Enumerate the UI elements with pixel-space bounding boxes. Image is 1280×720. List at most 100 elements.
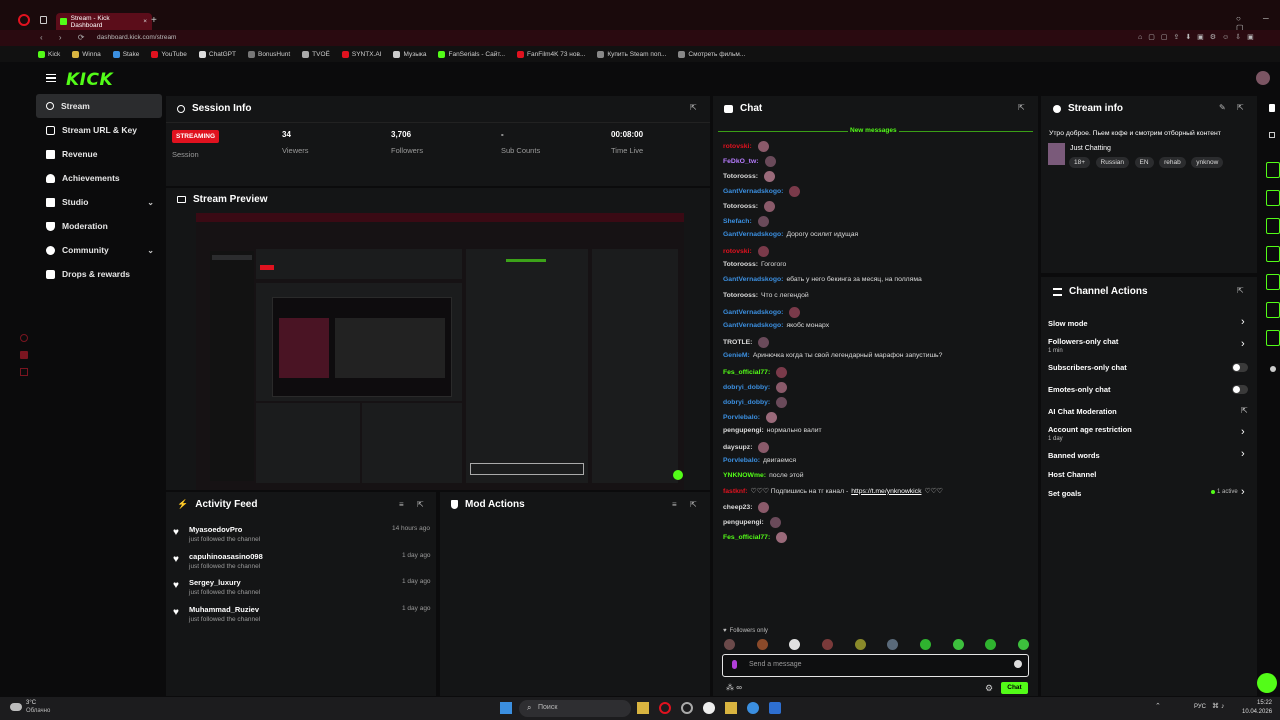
tool-5-icon[interactable] — [1266, 274, 1280, 290]
follower-name[interactable]: Sergey_luxury — [189, 578, 241, 587]
chat-username[interactable]: YNKNOWme: — [723, 472, 766, 479]
nav-buttons[interactable]: ‹ › ⟳ — [40, 33, 91, 42]
sidebar-item-revenue[interactable]: Revenue — [36, 142, 162, 166]
taskbar-search[interactable]: ⌕ Поиск — [519, 700, 631, 717]
chat-username[interactable]: TROTLE: — [723, 339, 752, 346]
chat-username[interactable]: Totorooss: — [723, 292, 758, 299]
chevron-right-icon[interactable]: › — [1241, 316, 1245, 328]
emote-icon[interactable] — [854, 639, 866, 650]
start-button[interactable] — [500, 702, 512, 714]
popout-icon[interactable]: ⇱ — [690, 103, 697, 112]
tab-close-icon[interactable]: × — [143, 18, 147, 25]
chat-username[interactable]: Fes_official77: — [723, 534, 770, 541]
chat-link[interactable]: https://t.me/ynknowkick — [851, 488, 921, 495]
chat-username[interactable]: GantVernadskogo: — [723, 188, 783, 195]
chat-username[interactable]: GantVernadskogo: — [723, 231, 783, 238]
popout-icon[interactable]: ⇱ — [690, 500, 697, 509]
filter-icon[interactable]: ≡ — [672, 500, 677, 509]
chat-settings-icons[interactable]: ⁂ ∞ — [726, 683, 742, 692]
external-link-icon[interactable]: ⇱ — [1241, 406, 1248, 415]
edit-icon[interactable]: ✎ — [1219, 103, 1226, 112]
lock-icon[interactable] — [20, 351, 28, 359]
emote-icon[interactable] — [756, 639, 768, 650]
bookmark[interactable]: FanFilm4K 73 нов... — [517, 50, 585, 58]
subscribers-only-item[interactable]: Subscribers-only chat — [1048, 363, 1127, 372]
tool-3-icon[interactable] — [1266, 218, 1280, 234]
bookmark[interactable]: YouTube — [151, 50, 187, 58]
bookmark[interactable]: FanSerials - Сайт... — [438, 50, 505, 58]
ai-moderation-item[interactable]: AI Chat Moderation — [1048, 407, 1117, 416]
chat-username[interactable]: pengupengi: — [723, 519, 764, 526]
bookmark[interactable]: BonusHunt — [247, 50, 290, 58]
chevron-right-icon[interactable]: › — [1241, 338, 1245, 350]
shield-app-icon[interactable] — [769, 702, 781, 714]
popout-icon[interactable]: ⇱ — [1018, 103, 1025, 112]
chevron-right-icon[interactable]: › — [1241, 486, 1245, 498]
chat-username[interactable]: Fes_official77: — [723, 369, 770, 376]
chat-username[interactable]: Shefach: — [723, 218, 752, 225]
chat-username[interactable]: rotovski: — [723, 248, 752, 255]
url-field[interactable]: dashboard.kick.com/stream — [97, 34, 176, 41]
chat-username[interactable]: fastknf: — [723, 488, 748, 495]
chat-username[interactable]: GenieM: — [723, 352, 750, 359]
emotes-only-item[interactable]: Emotes-only chat — [1048, 385, 1111, 394]
sidebar-item-community[interactable]: Community ⌄ — [36, 238, 162, 262]
chevron-down-icon[interactable]: ⌄ — [147, 198, 154, 207]
tag[interactable]: ynknow — [1191, 157, 1224, 168]
category-name[interactable]: Just Chatting — [1070, 145, 1111, 152]
send-chat-button[interactable]: Chat — [1001, 682, 1028, 694]
tag[interactable]: EN — [1134, 157, 1154, 168]
chat-username[interactable]: cheep23: — [723, 504, 752, 511]
sidebar-item-drops[interactable]: Drops & rewards — [36, 262, 162, 286]
tool-1-icon[interactable] — [1266, 162, 1280, 178]
stream-preview-video[interactable] — [196, 213, 684, 490]
emote-icon[interactable] — [789, 639, 801, 650]
bookmark[interactable]: Stake — [112, 50, 139, 58]
chat-username[interactable]: dobryi_dobby: — [723, 399, 770, 406]
chat-input[interactable]: Send a message — [722, 654, 1029, 677]
popout-icon[interactable]: ⇱ — [1237, 286, 1244, 295]
chat-username[interactable]: daysupz: — [723, 444, 752, 451]
chat-username[interactable]: Porvlebalo: — [723, 457, 760, 464]
chat-username[interactable]: GantVernadskogo: — [723, 276, 783, 283]
yandex-app-icon[interactable] — [703, 702, 715, 714]
tag[interactable]: Russian — [1095, 157, 1130, 168]
bookmark[interactable]: Winna — [72, 50, 101, 58]
avatar[interactable] — [1256, 71, 1270, 85]
chevron-down-icon[interactable]: ⌄ — [147, 246, 154, 255]
clock-time[interactable]: 15:22 — [1257, 700, 1272, 706]
kick-logo[interactable]: KICK — [66, 70, 113, 90]
host-channel-item[interactable]: Host Channel — [1048, 470, 1096, 479]
tool-4-icon[interactable] — [1266, 246, 1280, 262]
hamburger-menu-icon[interactable] — [46, 74, 56, 82]
opera-app-icon[interactable] — [659, 702, 671, 714]
tag[interactable]: 18+ — [1069, 157, 1091, 168]
account-age-item[interactable]: Account age restriction 1 day — [1048, 425, 1132, 442]
opera-logo-icon[interactable] — [18, 14, 30, 26]
emoji-icon[interactable] — [1014, 660, 1022, 668]
bookmark[interactable]: Музыка — [393, 50, 426, 58]
chat-username[interactable]: Porvlebalo: — [723, 414, 760, 421]
slow-mode-item[interactable]: Slow mode — [1048, 319, 1088, 328]
category-thumbnail[interactable] — [1048, 143, 1065, 165]
sidebar-item-stream[interactable]: Stream — [36, 94, 162, 118]
chat-username[interactable]: Totorooss: — [723, 203, 758, 210]
emotes-only-toggle[interactable] — [1232, 385, 1248, 394]
emote-icon[interactable] — [724, 639, 735, 650]
app-icon[interactable] — [681, 702, 693, 714]
emote-icon[interactable] — [985, 639, 997, 650]
tray-icons[interactable]: ⌃ — [1155, 702, 1161, 710]
bookmark[interactable]: TVOЁ — [302, 50, 330, 58]
mic-icon[interactable] — [732, 660, 737, 669]
chat-username[interactable]: rotovski: — [723, 143, 752, 150]
emote-icon[interactable] — [821, 639, 833, 650]
tag[interactable]: rehab — [1159, 157, 1186, 168]
sidebar-item-stream-url-key[interactable]: Stream URL & Key — [36, 118, 162, 142]
extension-icons[interactable]: ⌂▢▢⇪⬇▣⚙☺⇩▣ — [1138, 33, 1260, 41]
follower-name[interactable]: Muhammad_Ruziev — [189, 605, 259, 614]
follower-name[interactable]: capuhinoasasino098 — [189, 552, 263, 561]
input-language[interactable]: РУС — [1194, 704, 1206, 710]
tray-status-icons[interactable]: ⌘ ♪ — [1212, 702, 1224, 710]
popout-icon[interactable]: ⇱ — [417, 500, 424, 509]
sidebar-item-studio[interactable]: Studio ⌄ — [36, 190, 162, 214]
